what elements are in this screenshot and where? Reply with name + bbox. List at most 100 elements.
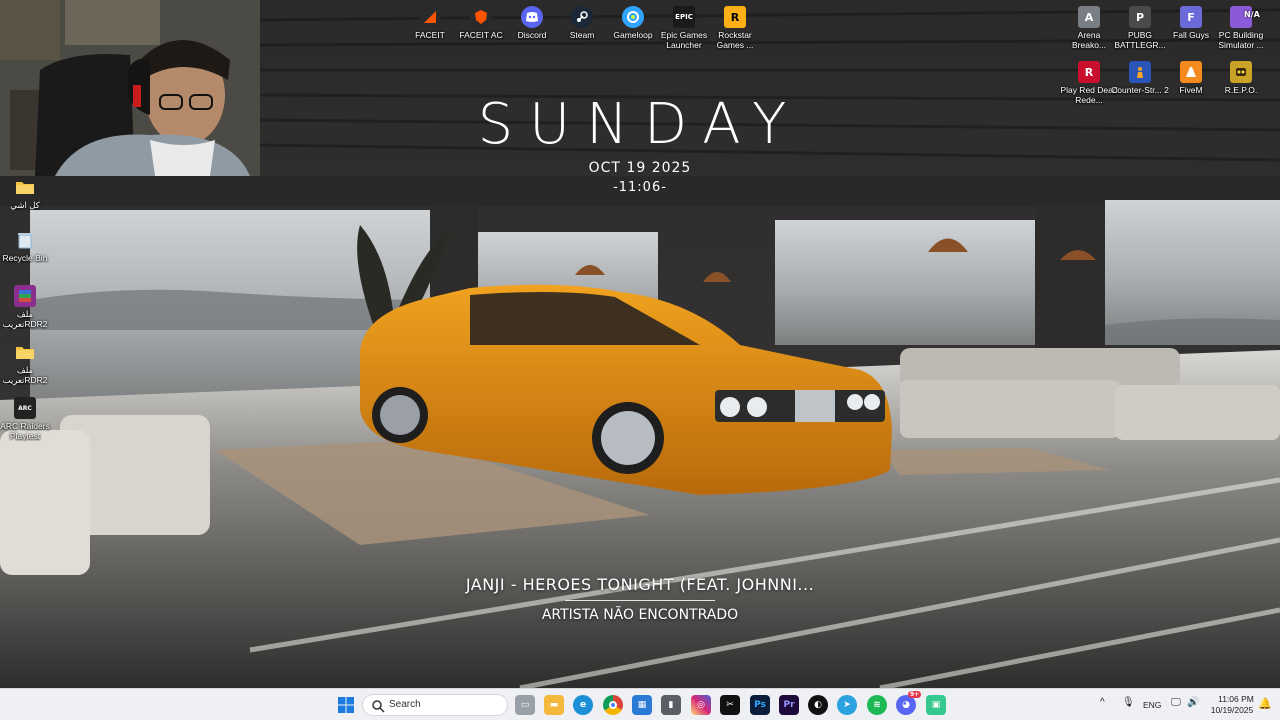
desktop-icon-label: PUBG BATTLEGR... — [1114, 30, 1166, 50]
taskbar-photoshop[interactable]: Ps — [750, 695, 770, 715]
network-icon[interactable]: 🖵 — [1171, 697, 1181, 708]
capcut-icon: ✂ — [726, 700, 734, 710]
taskbar-ms-store[interactable]: ▦ — [632, 695, 652, 715]
desktop-icon-label: ARC Raiders Playtest — [0, 421, 50, 441]
task-view-icon: ▭ — [520, 700, 530, 710]
arena-breakout-icon: A — [1078, 6, 1100, 28]
desktop-icon-faceit-ac[interactable]: FACEIT AC — [452, 6, 510, 40]
now-playing-artist: ARTISTA NÃO ENCONTRADO — [541, 607, 739, 623]
clock-widget-time: -11:06- — [613, 180, 667, 195]
epic-games-icon: EPIC — [673, 6, 695, 28]
start-button[interactable] — [336, 695, 356, 715]
telegram-icon: ➤ — [843, 700, 851, 710]
desktop-icon-label: Recycle Bin — [2, 253, 48, 263]
desktop-icon-repo[interactable]: R.E.P.O. — [1212, 61, 1270, 95]
now-playing-track: JANJI - HEROES TONIGHT (FEAT. JOHNNI... — [465, 575, 815, 594]
usb-icon: ▮ — [668, 700, 674, 710]
volume-icon[interactable]: 🔊 — [1187, 697, 1199, 708]
language-indicator[interactable]: ENG — [1143, 700, 1161, 710]
arc-raiders-icon: ARC — [14, 397, 36, 419]
desktop-icon-label: Gameloop — [613, 30, 653, 40]
desktop-icon-label: Play Red Dead Rede... — [1060, 85, 1118, 105]
taskbar-instagram[interactable]: ◎ — [691, 695, 711, 715]
na-badge: N/A — [1244, 10, 1260, 19]
counter-strike-icon — [1129, 61, 1151, 83]
notification-bell-icon[interactable]: 🔔 — [1258, 697, 1272, 710]
instagram-icon: ◎ — [697, 700, 705, 710]
desktop-icon-rockstar[interactable]: R Rockstar Games ... — [706, 6, 764, 50]
ms-store-icon: ▦ — [637, 700, 647, 710]
folder-icon — [14, 341, 36, 363]
taskbar-usb-device[interactable]: ▮ — [661, 695, 681, 715]
rockstar-icon: R — [724, 6, 746, 28]
red-dead-icon: R — [1078, 61, 1100, 83]
desktop-icon-label: ملف تعريبRDR2 — [2, 309, 48, 329]
tray-clock-time[interactable]: 11:06 PM — [1212, 694, 1260, 704]
desktop-icon-recycle-bin[interactable]: Recycle Bin — [0, 229, 54, 263]
taskbar-capcut[interactable]: ✂ — [720, 695, 740, 715]
steam-icon — [571, 6, 593, 28]
windows-icon — [338, 697, 354, 713]
pc-building-simulator-icon: N/A — [1230, 6, 1260, 28]
faceit-icon — [419, 6, 441, 28]
taskbar-edge[interactable]: e — [573, 695, 593, 715]
desktop-icon-label: FACEIT AC — [459, 30, 503, 40]
desktop-icon-counter-strike[interactable]: Counter-Str... 2 — [1111, 61, 1169, 95]
desktop-icon-pubg[interactable]: P PUBG BATTLEGR... — [1111, 6, 1169, 50]
taskbar-chat-app[interactable]: ◐ — [808, 695, 828, 715]
desktop-icon-pc-building-simulator[interactable]: N/A PC Building Simulator ... — [1212, 6, 1270, 50]
desktop-icon-faceit[interactable]: FACEIT — [401, 6, 459, 40]
microphone-icon[interactable]: 🎙 — [1122, 697, 1135, 708]
edge-icon: e — [579, 700, 587, 710]
taskbar-chrome[interactable] — [603, 695, 623, 715]
desktop-icon-label: FACEIT — [415, 30, 445, 40]
taskbar-file-explorer[interactable]: ▬ — [544, 695, 564, 715]
taskbar: Search ▭ ▬ e ▦ ▮ ◎ ✂ Ps Pr ◐ ➤ ≋ ◕ 9+ ▣ — [0, 688, 1280, 720]
desktop-icon-label: Arena Breako... — [1071, 30, 1107, 50]
faceit-ac-icon — [470, 6, 492, 28]
desktop-icon-arena-breakout[interactable]: A Arena Breako... — [1060, 6, 1118, 50]
clock-widget-day: SUNDAY — [477, 92, 803, 157]
file-explorer-icon: ▬ — [549, 700, 559, 710]
winrar-icon — [14, 285, 36, 307]
desktop-icon-label: كل اشي — [10, 200, 40, 210]
photoshop-icon: Ps — [754, 700, 766, 710]
fivem-icon — [1180, 61, 1202, 83]
desktop-icon-steam[interactable]: Steam — [553, 6, 611, 40]
discord-icon — [521, 6, 543, 28]
desktop-icon-winrar-rdr2[interactable]: ملف تعريبRDR2 — [0, 285, 54, 329]
desktop-icon-label: Epic Games Launcher — [660, 30, 708, 50]
search-icon — [372, 700, 385, 713]
desktop-icon-folder-rdr2[interactable]: ملف تعريبRDR2 — [0, 341, 54, 385]
desktop-icon-label: Rockstar Games ... — [716, 30, 754, 50]
notification-badge: 9+ — [908, 691, 922, 698]
desktop-icon-folder-kol-ashi[interactable]: كل اشي — [0, 176, 54, 210]
taskbar-android-app[interactable]: ▣ — [926, 695, 946, 715]
desktop-icon-epic-games[interactable]: EPIC Epic Games Launcher — [655, 6, 713, 50]
gameloop-icon — [622, 6, 644, 28]
desktop-icon-arc-raiders[interactable]: ARC ARC Raiders Playtest — [0, 397, 54, 441]
taskbar-discord[interactable]: ◕ 9+ — [896, 691, 922, 715]
desktop-icon-label: ملف تعريبRDR2 — [2, 365, 48, 385]
search-placeholder: Search — [389, 699, 421, 710]
webcam-overlay — [0, 0, 260, 176]
taskbar-premiere[interactable]: Pr — [779, 695, 799, 715]
taskbar-task-view[interactable]: ▭ — [515, 695, 535, 715]
discord-icon: ◕ — [902, 700, 910, 710]
premiere-icon: Pr — [783, 700, 795, 710]
webcam-feed — [0, 0, 260, 176]
desktop-icon-label: Steam — [569, 30, 595, 40]
spotify-icon: ≋ — [873, 700, 881, 710]
recycle-bin-icon — [14, 229, 36, 251]
tray-clock-date[interactable]: 10/19/2025 — [1206, 705, 1258, 715]
taskbar-spotify[interactable]: ≋ — [867, 695, 887, 715]
taskbar-telegram[interactable]: ➤ — [837, 695, 857, 715]
desktop-icon-label: R.E.P.O. — [1224, 85, 1258, 95]
desktop-icon-red-dead[interactable]: R Play Red Dead Rede... — [1060, 61, 1118, 105]
taskbar-search[interactable]: Search — [362, 694, 508, 716]
desktop-icon-label: Counter-Str... 2 — [1111, 85, 1169, 95]
chrome-icon — [609, 701, 617, 709]
pubg-icon: P — [1129, 6, 1151, 28]
desktop-icon-gameloop[interactable]: Gameloop — [604, 6, 662, 40]
chevron-up-icon[interactable]: ^ — [1100, 697, 1105, 708]
